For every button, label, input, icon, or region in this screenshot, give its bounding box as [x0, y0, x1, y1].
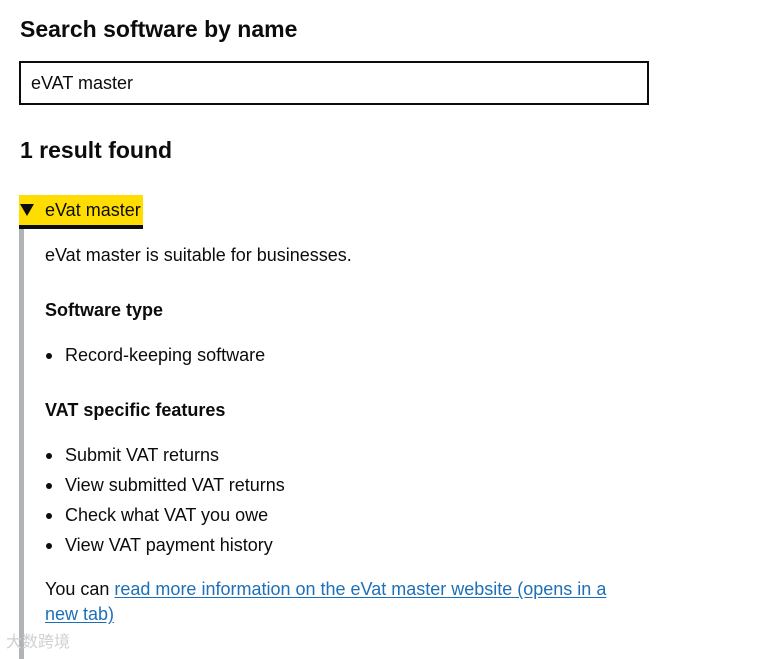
vat-features-heading: VAT specific features [45, 400, 226, 420]
search-input[interactable] [19, 61, 649, 105]
list-item: Submit VAT returns [45, 440, 285, 470]
page: Search software by name 1 result found e… [0, 0, 774, 659]
list-item: Check what VAT you owe [45, 500, 285, 530]
software-type-list: Record-keeping software [45, 340, 265, 370]
list-item: View submitted VAT returns [45, 470, 285, 500]
result-description: eVat master is suitable for businesses. [45, 245, 352, 265]
results-count: 1 result found [20, 137, 173, 163]
software-type-heading: Software type [45, 300, 164, 320]
more-info-text: You can read more information on the eVa… [45, 577, 635, 627]
list-item: Record-keeping software [45, 340, 265, 370]
result-summary-toggle[interactable]: eVat master [19, 195, 143, 225]
vat-features-list: Submit VAT returns View submitted VAT re… [45, 440, 285, 560]
result-summary-label: eVat master [45, 200, 141, 220]
more-info-prefix: You can [45, 579, 115, 599]
triangle-down-icon [20, 204, 34, 216]
search-heading: Search software by name [20, 16, 298, 42]
list-item: View VAT payment history [45, 530, 285, 560]
watermark: 大数跨境 [6, 634, 71, 651]
result-details: eVat master is suitable for businesses. … [19, 229, 639, 659]
vendor-website-link[interactable]: read more information on the eVat master… [45, 579, 606, 624]
